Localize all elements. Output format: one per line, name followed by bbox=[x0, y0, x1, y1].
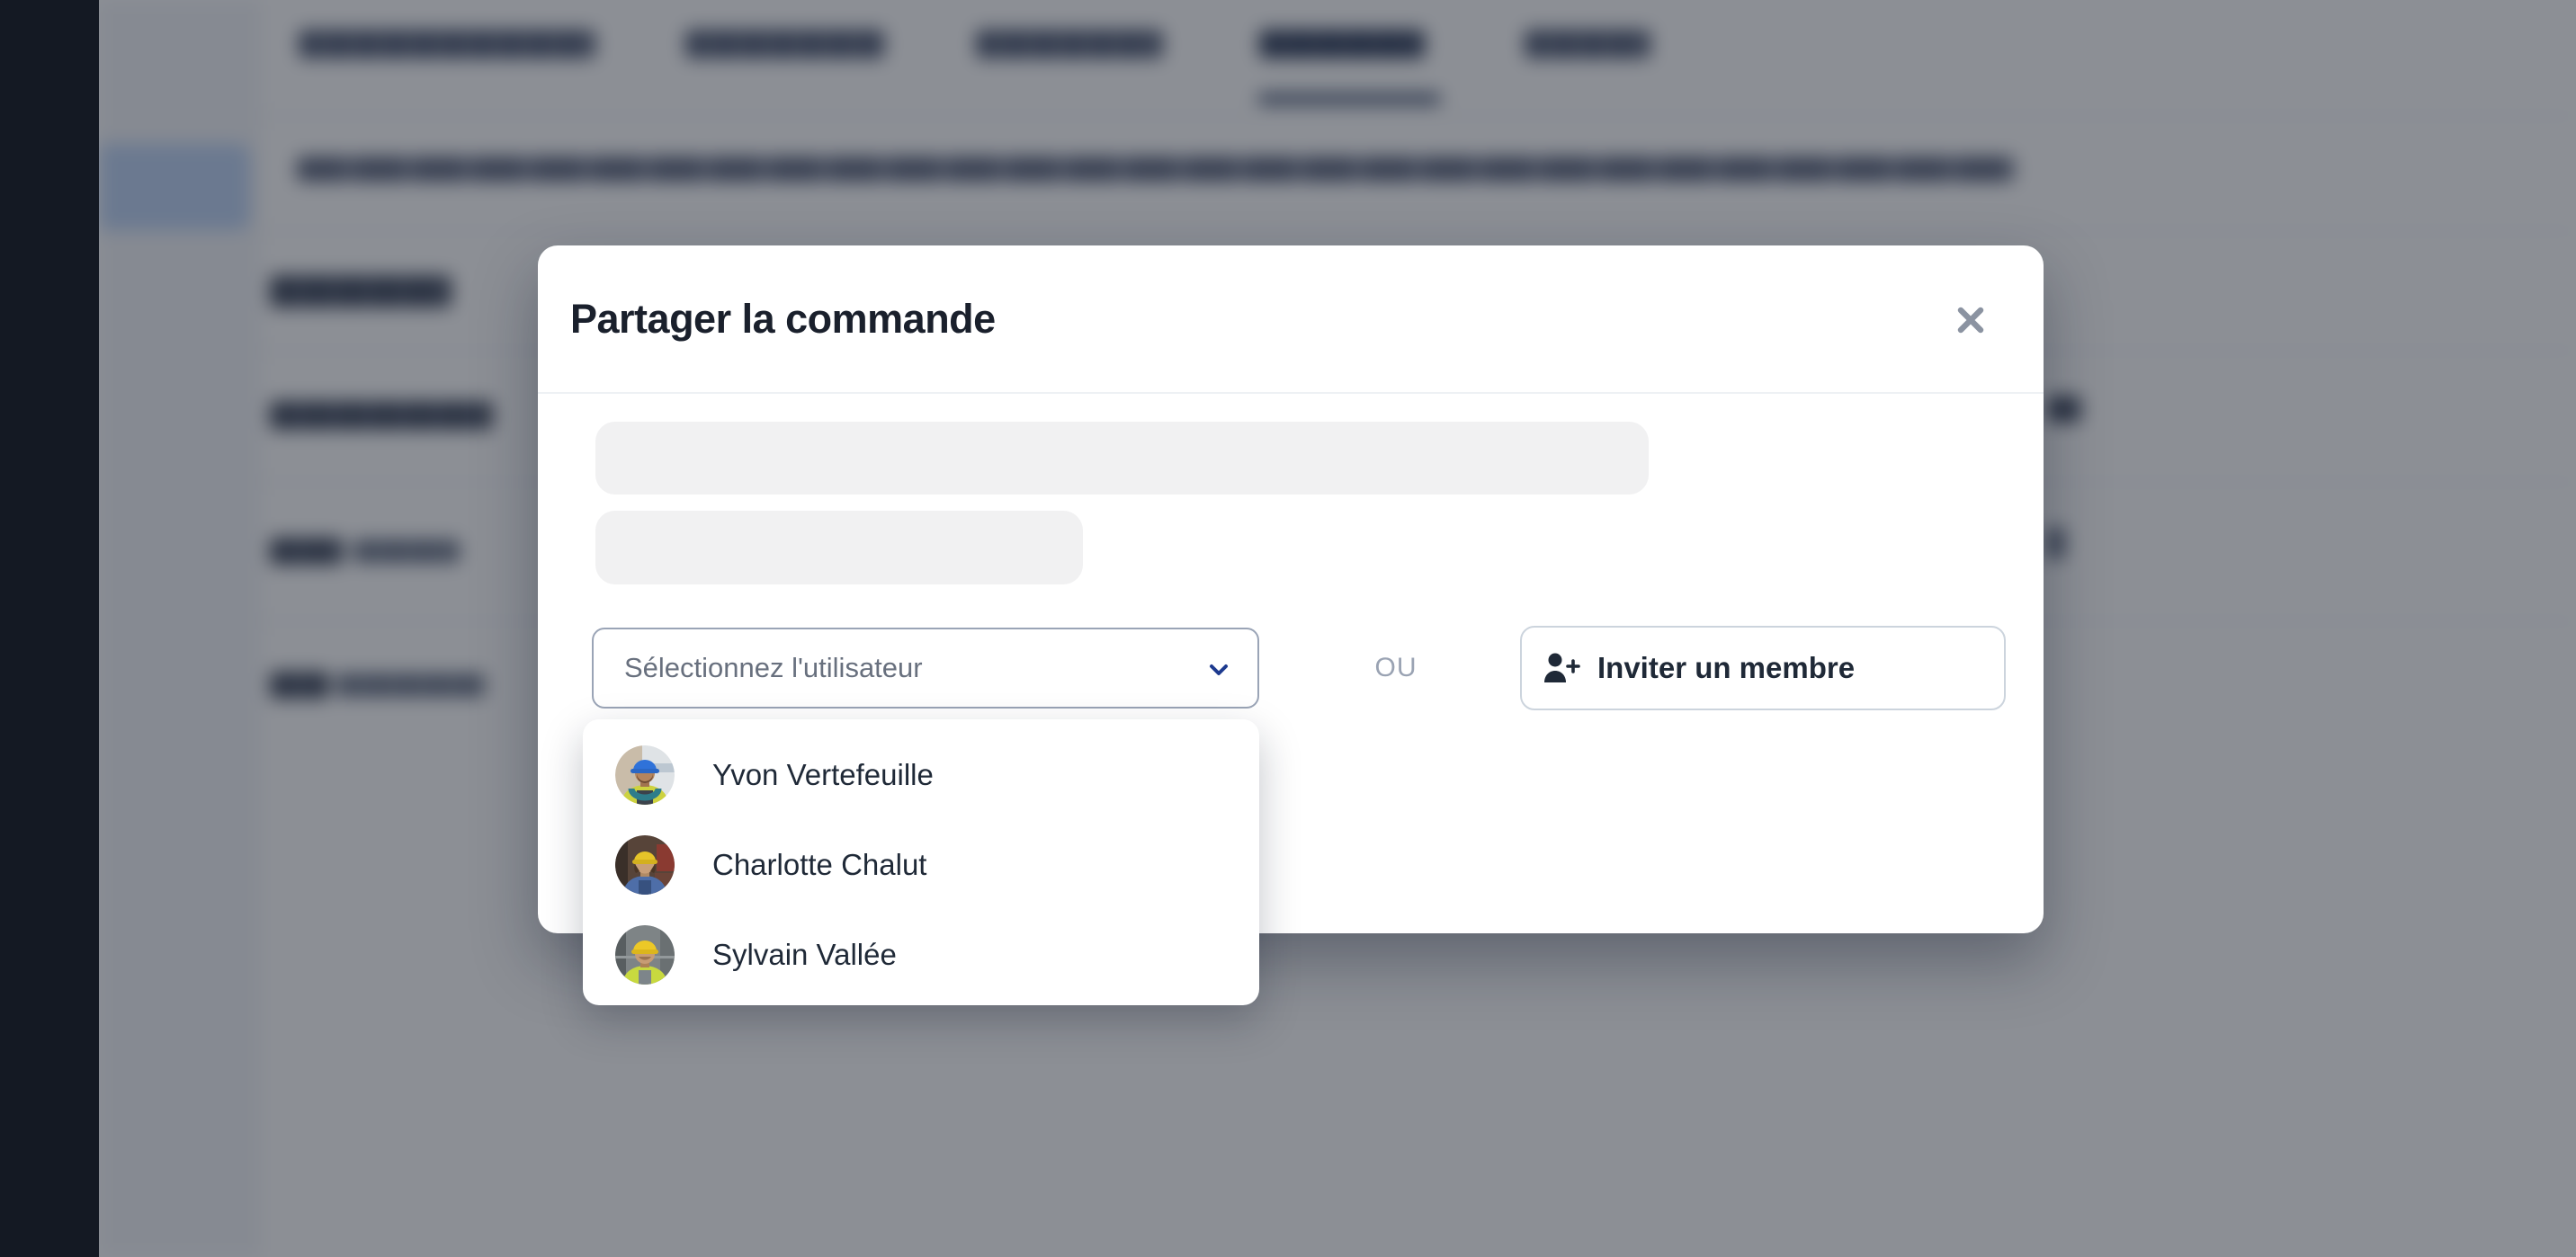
user-dropdown-menu: Yvon Vertefeuille bbox=[583, 719, 1259, 1005]
x-icon bbox=[1954, 304, 1987, 336]
invite-member-button[interactable]: Inviter un membre bbox=[1520, 626, 2006, 710]
close-button[interactable] bbox=[1948, 298, 1993, 343]
user-option[interactable]: Yvon Vertefeuille bbox=[583, 730, 1259, 820]
avatar bbox=[615, 925, 675, 985]
skeleton-line bbox=[595, 511, 1083, 584]
user-option[interactable]: Charlotte Chalut bbox=[583, 820, 1259, 910]
user-option[interactable]: Sylvain Vallée bbox=[583, 910, 1259, 1000]
user-option-name: Sylvain Vallée bbox=[712, 938, 897, 972]
modal-header: Partager la commande bbox=[538, 245, 2044, 394]
screen: Partager la commande Sélectionnez l'util… bbox=[0, 0, 2576, 1257]
user-select-placeholder: Sélectionnez l'utilisateur bbox=[624, 652, 923, 684]
avatar bbox=[615, 835, 675, 895]
modal-title: Partager la commande bbox=[570, 245, 996, 392]
or-separator: OU bbox=[1351, 628, 1441, 709]
user-option-name: Yvon Vertefeuille bbox=[712, 758, 934, 792]
user-option-name: Charlotte Chalut bbox=[712, 848, 926, 882]
user-select[interactable]: Sélectionnez l'utilisateur bbox=[592, 628, 1259, 709]
skeleton-line bbox=[595, 422, 1649, 495]
person-add-icon bbox=[1542, 650, 1581, 686]
invite-member-label: Inviter un membre bbox=[1597, 651, 1855, 685]
chevron-down-icon bbox=[1205, 656, 1232, 683]
left-dark-rail bbox=[0, 0, 99, 1257]
avatar bbox=[615, 745, 675, 805]
